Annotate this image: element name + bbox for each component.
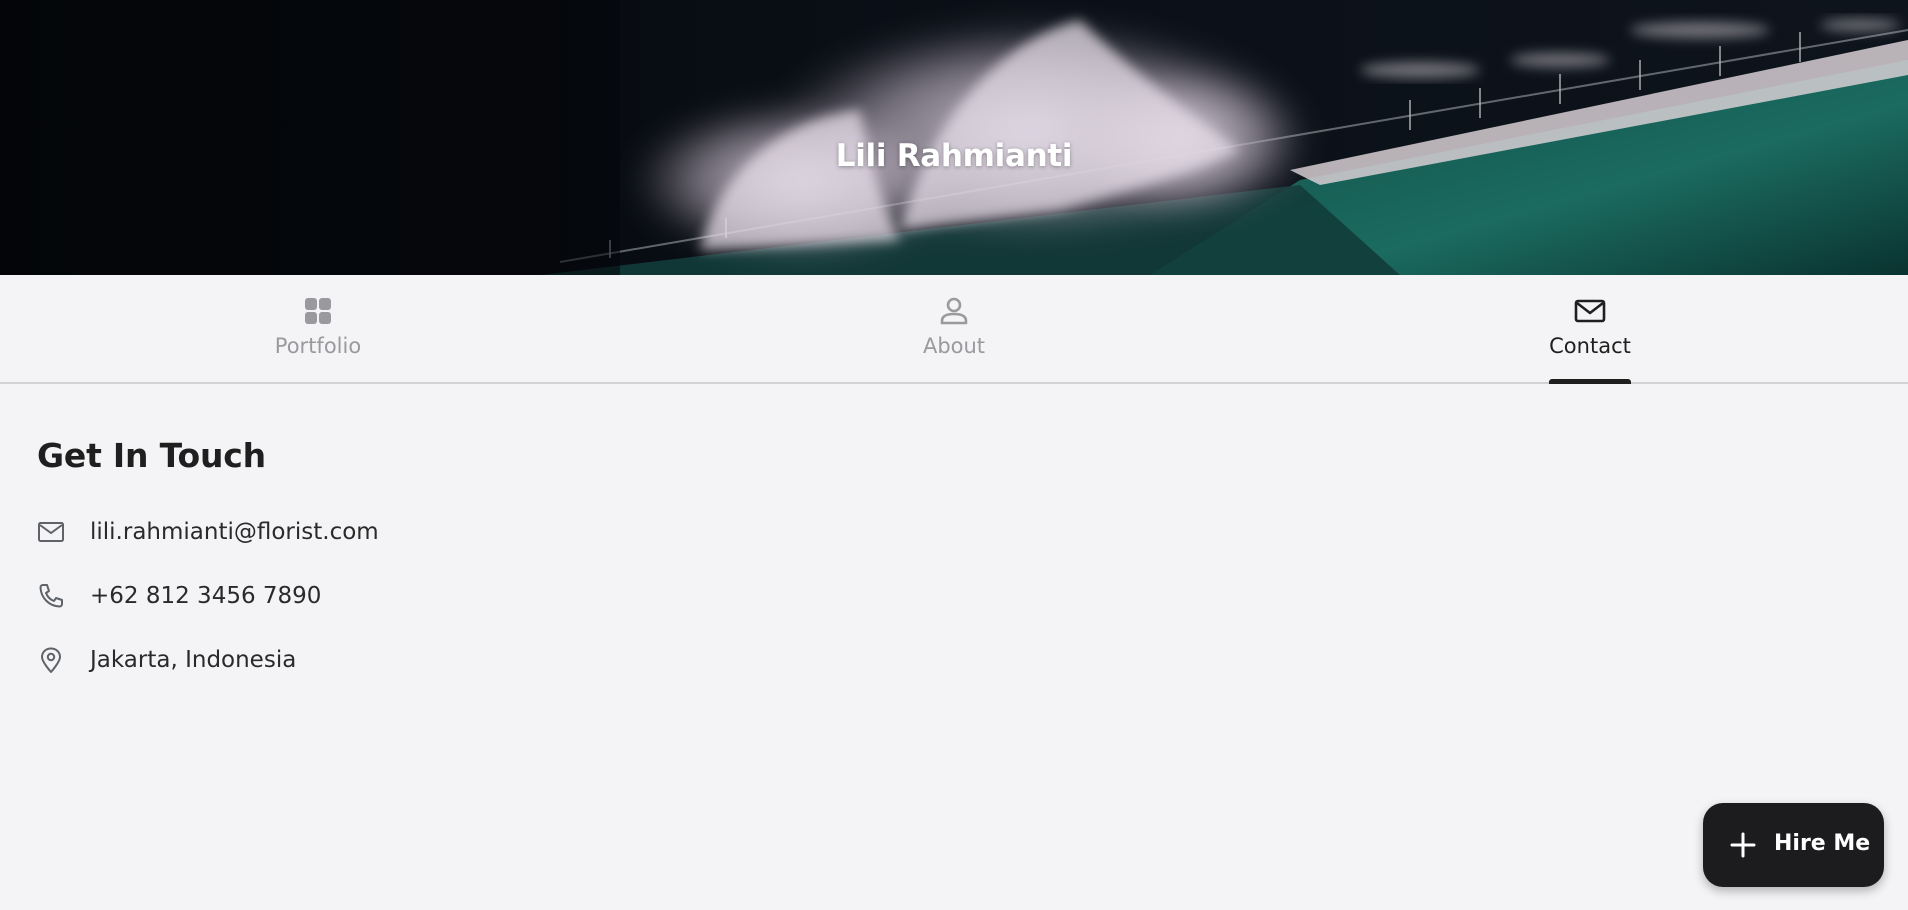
tab-about[interactable]: About: [636, 275, 1272, 384]
tab-contact-label: Contact: [1549, 334, 1631, 358]
mail-icon: [1574, 299, 1606, 323]
person-icon: [940, 297, 968, 325]
header-banner: Lili Rahmianti: [0, 0, 1908, 275]
contact-phone-row: +62 812 3456 7890: [37, 582, 321, 610]
tab-bar: Portfolio About Contact: [0, 275, 1908, 384]
contact-location: Jakarta, Indonesia: [90, 647, 297, 673]
contact-phone[interactable]: +62 812 3456 7890: [90, 583, 321, 609]
plus-icon: [1730, 832, 1756, 858]
phone-icon: [39, 584, 63, 608]
tab-contact[interactable]: Contact: [1272, 275, 1908, 384]
contact-location-row: Jakarta, Indonesia: [37, 646, 296, 674]
tab-about-label: About: [922, 334, 986, 358]
contact-email-row: lili.rahmianti@florist.com: [37, 518, 379, 546]
section-title: Get In Touch: [37, 436, 266, 475]
hire-me-label: Hire Me: [1774, 831, 1871, 856]
contact-email[interactable]: lili.rahmianti@florist.com: [90, 519, 379, 545]
hire-me-button[interactable]: Hire Me: [1703, 803, 1884, 887]
mail-icon: [38, 522, 64, 542]
contact-section: Get In Touch lili.rahmianti@florist.com …: [37, 436, 379, 673]
location-pin-icon: [41, 647, 61, 673]
profile-name-title: Lili Rahmianti: [835, 138, 1073, 174]
grid-icon: [305, 298, 331, 324]
tab-portfolio-label: Portfolio: [274, 334, 362, 358]
tab-portfolio[interactable]: Portfolio: [0, 275, 636, 384]
active-tab-indicator: [1549, 379, 1631, 384]
